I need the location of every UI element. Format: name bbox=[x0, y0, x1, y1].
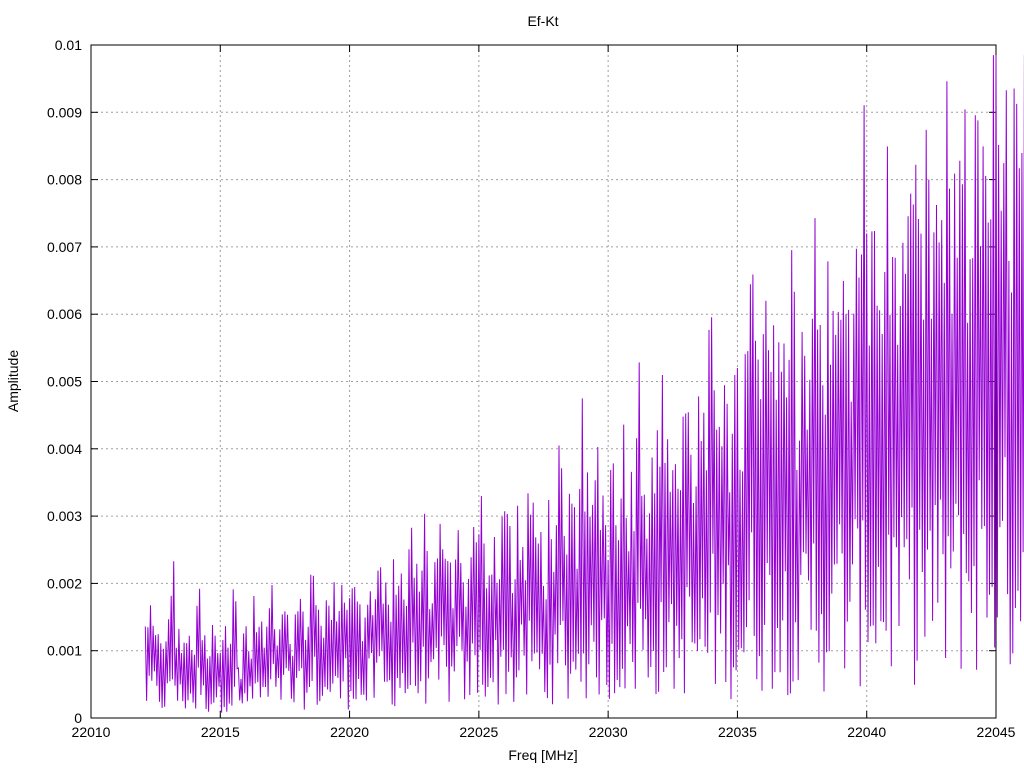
x-tick-label: 22010 bbox=[72, 724, 111, 740]
x-tick-label: 22030 bbox=[589, 724, 628, 740]
y-tick-label: 0.006 bbox=[47, 306, 82, 322]
y-tick-label: 0.003 bbox=[47, 508, 82, 524]
y-tick-label: 0.002 bbox=[47, 575, 82, 591]
x-tick-label: 22020 bbox=[330, 724, 369, 740]
x-tick-label: 22045 bbox=[977, 724, 1016, 740]
y-tick-label: 0.004 bbox=[47, 441, 82, 457]
y-tick-label: 0.005 bbox=[47, 374, 82, 390]
x-tick-label: 22025 bbox=[459, 724, 498, 740]
series-layer bbox=[144, 55, 1024, 713]
y-tick-label: 0.009 bbox=[47, 104, 82, 120]
y-tick-label: 0 bbox=[74, 710, 82, 726]
y-tick-label: 0.008 bbox=[47, 172, 82, 188]
series-line bbox=[144, 55, 1024, 713]
x-tick-label: 22040 bbox=[847, 724, 886, 740]
y-tick-label: 0.01 bbox=[55, 37, 82, 53]
y-axis-label: Amplitude bbox=[5, 350, 21, 412]
y-tick-label: 0.001 bbox=[47, 643, 82, 659]
y-tick-label: 0.007 bbox=[47, 239, 82, 255]
x-tick-label: 22015 bbox=[201, 724, 240, 740]
x-axis-label: Freq [MHz] bbox=[508, 747, 577, 763]
x-tick-label: 22035 bbox=[718, 724, 757, 740]
series-line-group bbox=[144, 55, 1024, 713]
chart-title: Ef-Kt bbox=[527, 13, 558, 29]
chart: 22010 22015 22020 22025 22030 22035 22040 22045… bbox=[5, 13, 1024, 763]
